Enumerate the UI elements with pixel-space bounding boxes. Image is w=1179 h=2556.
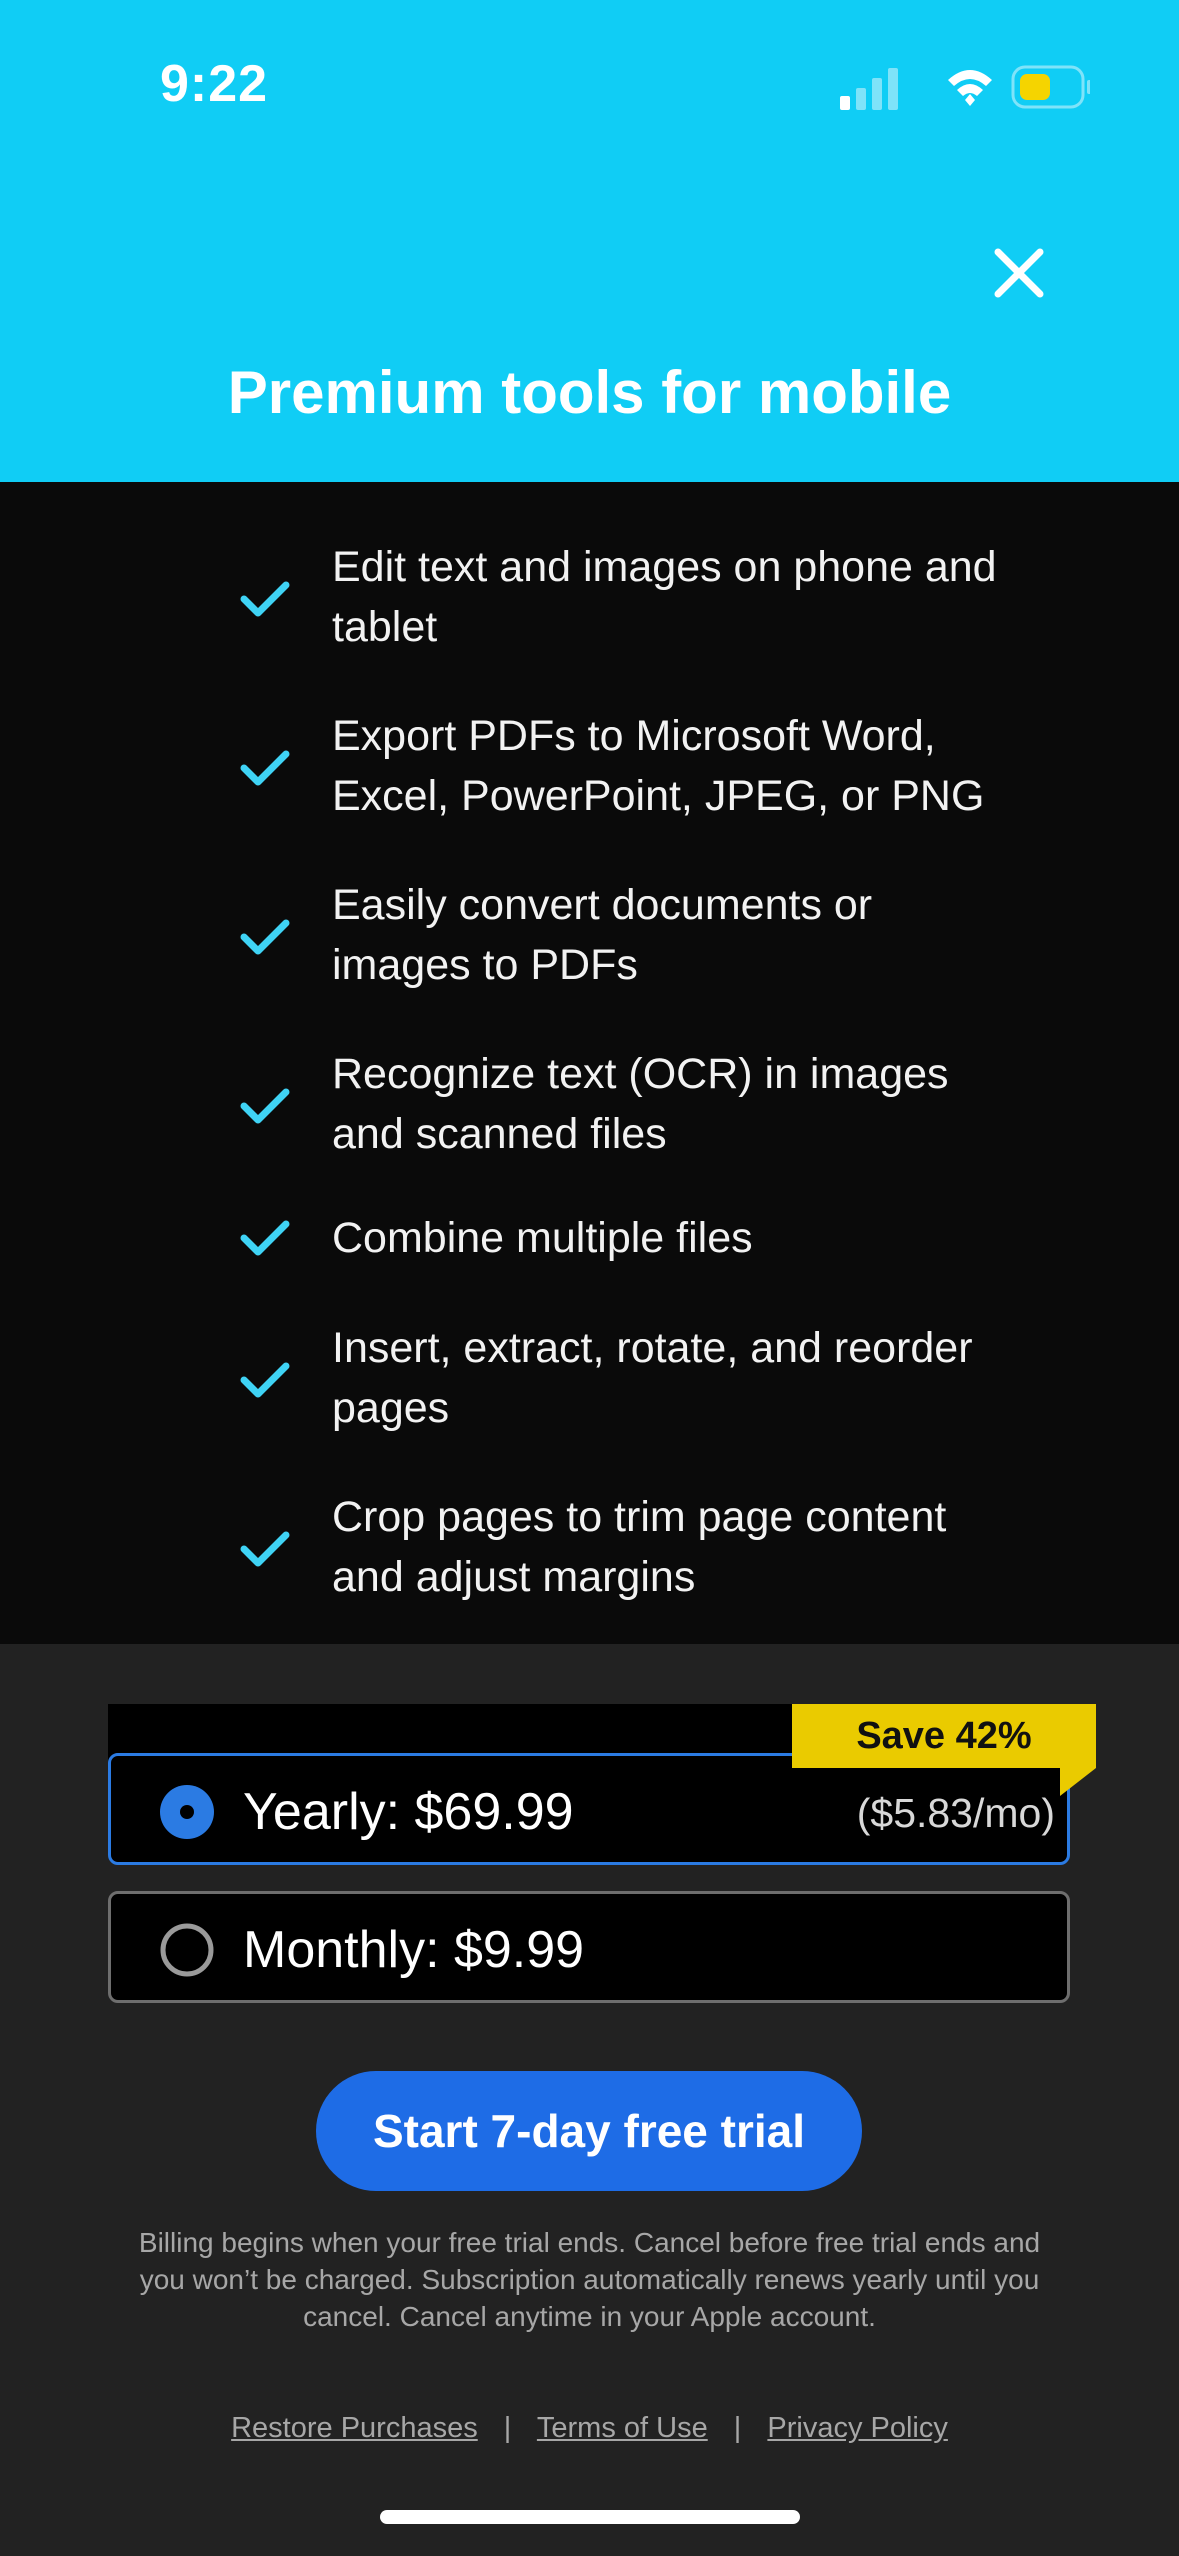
cellular-signal-icon bbox=[840, 68, 898, 110]
feature-list: Edit text and images on phone and tablet… bbox=[0, 482, 1179, 1644]
privacy-policy-link[interactable]: Privacy Policy bbox=[767, 2412, 948, 2444]
battery-icon bbox=[1011, 65, 1090, 109]
radio-unselected-icon[interactable] bbox=[159, 1922, 215, 1978]
plan-section: Yearly: $69.99 ($5.83/mo) Save 42% Month… bbox=[0, 1644, 1179, 2556]
terms-of-use-link[interactable]: Terms of Use bbox=[537, 2412, 708, 2444]
feature-text: Export PDFs to Microsoft Word, Excel, Po… bbox=[332, 712, 985, 820]
feature-text: Easily convert documents or images to PD… bbox=[332, 881, 873, 989]
wifi-icon bbox=[948, 70, 992, 106]
feature-text: Combine multiple files bbox=[332, 1214, 753, 1262]
plan-monthly-label: Monthly: $9.99 bbox=[243, 1921, 585, 1979]
checkmark-icon bbox=[240, 1220, 290, 1256]
feature-text: Insert, extract, rotate, and reorder pag… bbox=[332, 1324, 973, 1432]
home-indicator[interactable] bbox=[380, 2510, 800, 2524]
plan-yearly-per-month: ($5.83/mo) bbox=[856, 1790, 1055, 1836]
plan-yearly-label: Yearly: $69.99 bbox=[243, 1783, 574, 1841]
close-icon[interactable] bbox=[986, 240, 1052, 306]
checkmark-icon bbox=[240, 581, 290, 617]
status-time: 9:22 bbox=[160, 55, 269, 113]
checkmark-icon bbox=[240, 1362, 290, 1398]
link-separator: | bbox=[503, 2412, 512, 2444]
paywall-screen: 9:22 Premium tools for mobile Edit text … bbox=[0, 0, 1179, 2556]
checkmark-icon bbox=[240, 919, 290, 955]
checkmark-icon bbox=[240, 1531, 290, 1567]
feature-text: Recognize text (OCR) in images and scann… bbox=[332, 1050, 949, 1158]
link-separator: | bbox=[733, 2412, 742, 2444]
plan-monthly-option[interactable]: Monthly: $9.99 bbox=[108, 1891, 1070, 2003]
checkmark-icon bbox=[240, 1088, 290, 1124]
radio-selected-icon[interactable] bbox=[159, 1784, 215, 1840]
footer-links: Restore Purchases | Terms of Use | Priva… bbox=[0, 2412, 1179, 2445]
plan-yearly-option[interactable]: Yearly: $69.99 ($5.83/mo) bbox=[108, 1753, 1070, 1865]
restore-purchases-link[interactable]: Restore Purchases bbox=[231, 2412, 478, 2444]
feature-text: Crop pages to trim page content and adju… bbox=[332, 1493, 947, 1601]
page-title: Premium tools for mobile bbox=[227, 359, 952, 426]
save-badge-tail bbox=[1060, 1768, 1096, 1796]
status-icons bbox=[840, 65, 1090, 110]
header: 9:22 Premium tools for mobile bbox=[0, 0, 1179, 482]
save-badge: Save 42% bbox=[792, 1704, 1096, 1768]
billing-disclaimer: Billing begins when your free trial ends… bbox=[138, 2227, 1041, 2332]
checkmark-icon bbox=[240, 750, 290, 786]
feature-text: Edit text and images on phone and tablet bbox=[332, 543, 997, 651]
start-trial-button[interactable]: Start 7-day free trial bbox=[316, 2071, 862, 2191]
